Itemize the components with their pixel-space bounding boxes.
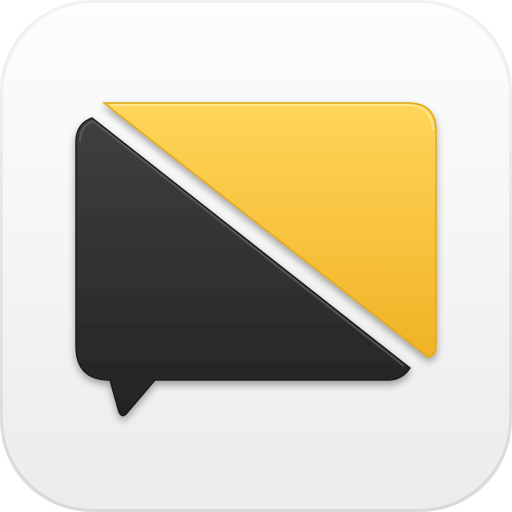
chat-bubble-icon <box>0 0 512 512</box>
app-icon[interactable] <box>0 0 512 512</box>
